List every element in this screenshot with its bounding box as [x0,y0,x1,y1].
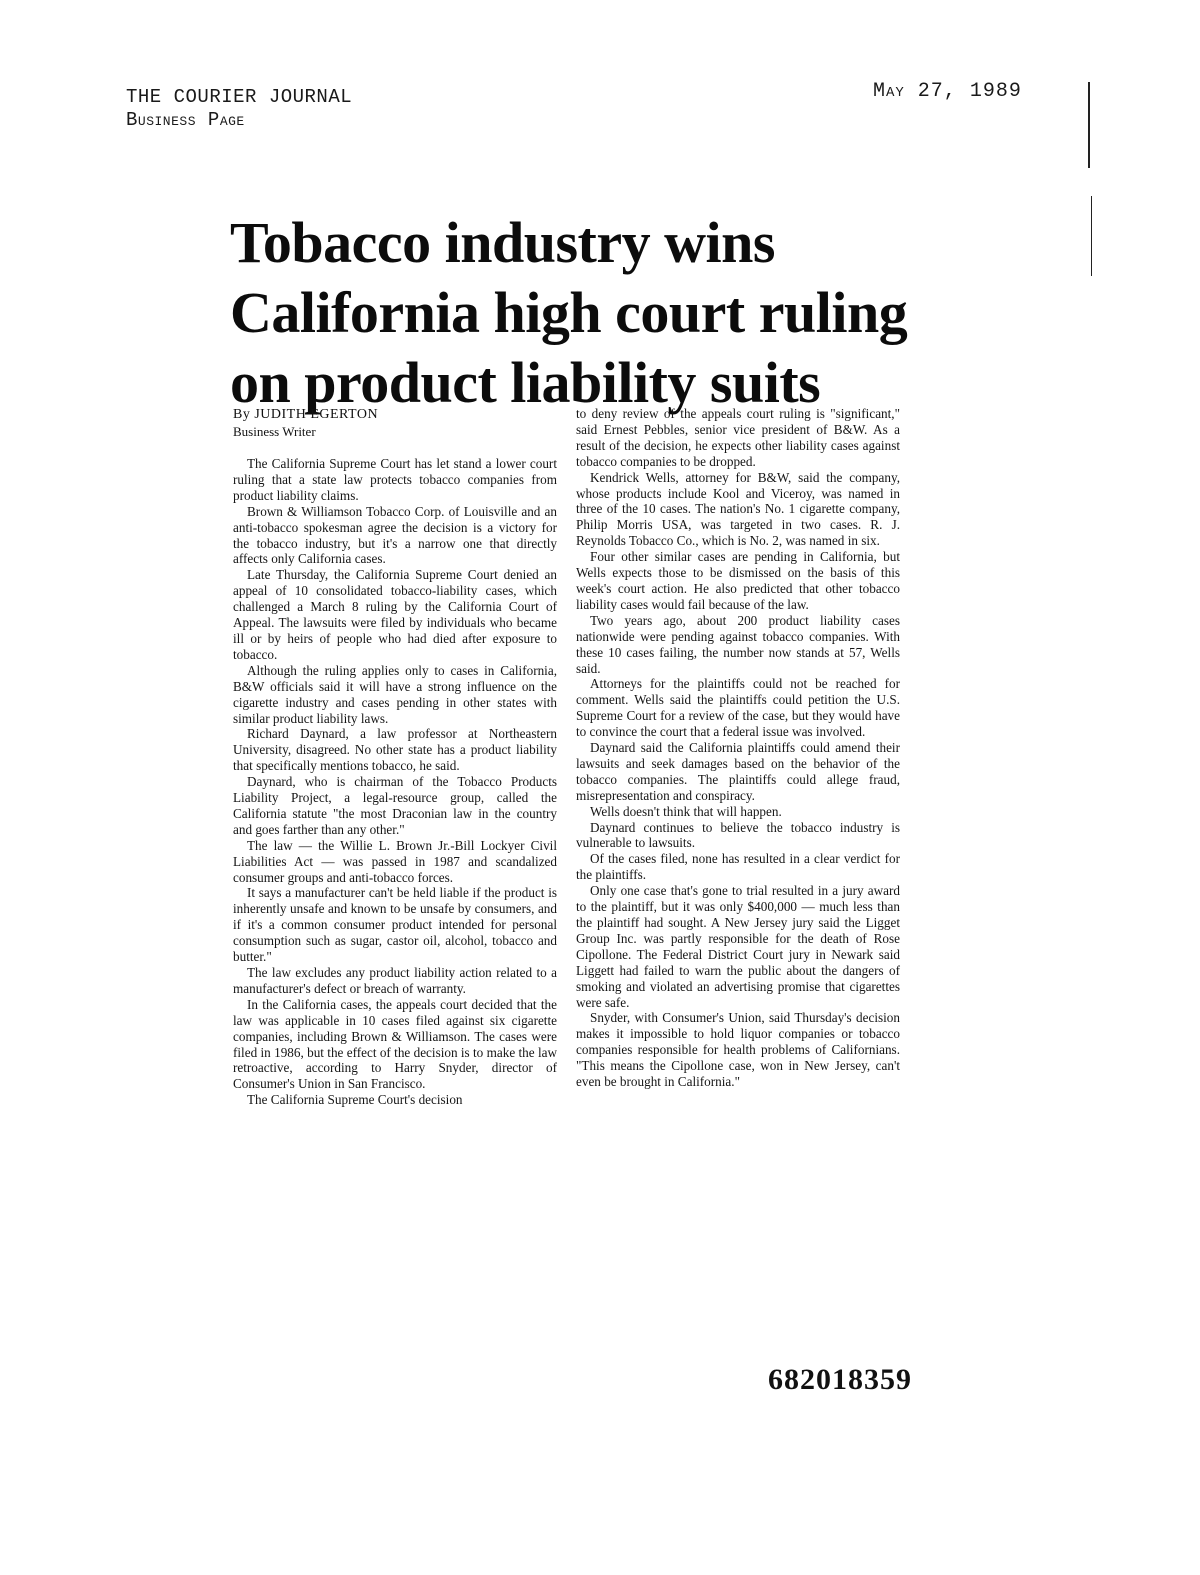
paragraph: Daynard continues to believe the tobacco… [576,819,900,851]
article-column-right: to deny review of the appeals court ruli… [576,406,900,1090]
publication-name: THE COURIER JOURNAL [126,86,353,108]
byline: By JUDITH EGERTON Business Writer [233,406,378,440]
paragraph: Although the ruling applies only to case… [233,662,557,726]
headline-line: California high court ruling [230,280,908,345]
scan-edge-mark [1091,196,1092,276]
paragraph: Attorneys for the plaintiffs could not b… [576,676,900,740]
byline-author: By JUDITH EGERTON [233,407,379,422]
paragraph: Brown & Williamson Tobacco Corp. of Loui… [233,503,557,567]
paragraph: The law excludes any product liability a… [233,965,557,996]
headline-line: Tobacco industry wins [230,210,775,275]
paragraph: to deny review of the appeals court ruli… [576,406,900,469]
article-column-left: The California Supreme Court has let sta… [233,456,557,1108]
publication-date: May 27, 1989 [873,80,1022,103]
document-id-stamp: 682018359 [768,1363,912,1396]
paragraph: Daynard said the California plaintiffs c… [576,740,900,803]
paragraph: Four other similar cases are pending in … [576,549,900,612]
section-name: Business Page [126,109,245,131]
paragraph: Daynard, who is chairman of the Tobacco … [233,774,557,837]
paragraph: Wells doesn't think that will happen. [590,803,782,819]
paragraph: Two years ago, about 200 product liabili… [576,612,900,676]
paragraph: Kendrick Wells, attorney for B&W, said t… [576,469,900,549]
paragraph: In the California cases, the appeals cou… [233,996,557,1092]
paragraph: The law — the Willie L. Brown Jr.-Bill L… [233,837,557,885]
headline: Tobacco industry wins California high co… [230,208,950,418]
paragraph: The California Supreme Court's decision [247,1092,463,1108]
paragraph: Snyder, with Consumer's Union, said Thur… [576,1010,900,1090]
paragraph: The California Supreme Court has let sta… [233,456,557,503]
scan-edge-mark [1088,82,1090,168]
paragraph: Of the cases filed, none has resulted in… [576,851,900,883]
publication-header: THE COURIER JOURNAL Business Page [126,86,352,132]
paragraph: Only one case that's gone to trial resul… [576,883,900,1010]
paragraph: Late Thursday, the California Supreme Co… [233,567,557,662]
paragraph: Richard Daynard, a law professor at Nort… [233,726,557,774]
paragraph: It says a manufacturer can't be held lia… [233,885,557,965]
byline-title: Business Writer [233,424,316,439]
